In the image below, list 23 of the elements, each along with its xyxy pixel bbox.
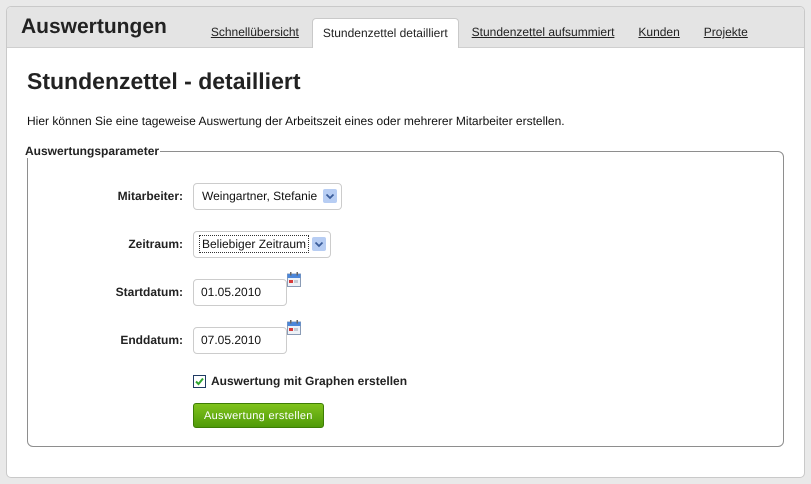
page-heading: Stundenzettel - detailliert (27, 68, 302, 95)
checkbox-label: Auswertung mit Graphen erstellen (211, 374, 408, 388)
caret-icon (312, 237, 326, 251)
tab[interactable]: Stundenzettel aufsummiert (460, 17, 626, 47)
dropdown[interactable]: Weingartner, Stefanie (193, 182, 342, 210)
field-label: Enddatum: (119, 333, 184, 347)
field-label: Zeitraum: (127, 237, 184, 251)
calendar-icon[interactable] (287, 272, 301, 287)
field-label: Startdatum: (114, 285, 184, 299)
date-field[interactable]: 07.05.2010 (193, 326, 287, 354)
tab[interactable]: Projekte (692, 17, 759, 47)
field-label: Mitarbeiter: (116, 189, 184, 203)
dropdown[interactable]: Beliebiger Zeitraum (193, 230, 332, 258)
caret-icon (323, 189, 338, 203)
section-title: Auswertungen (21, 15, 167, 39)
tab[interactable]: Schnellübersicht (200, 17, 310, 47)
checkbox[interactable] (193, 374, 206, 388)
tab[interactable]: Kunden (627, 17, 691, 47)
description-text: Hier können Sie eine tageweise Auswertung der Arbeitszeit eines oder mehrerer Mitarbeiter erstellen. (27, 114, 566, 128)
tab[interactable]: Stundenzettel detailliert (312, 18, 459, 48)
calendar-icon[interactable] (287, 320, 301, 335)
fieldset-legend: Auswertungsparameter (24, 144, 160, 158)
date-field[interactable]: 01.05.2010 (193, 278, 287, 306)
